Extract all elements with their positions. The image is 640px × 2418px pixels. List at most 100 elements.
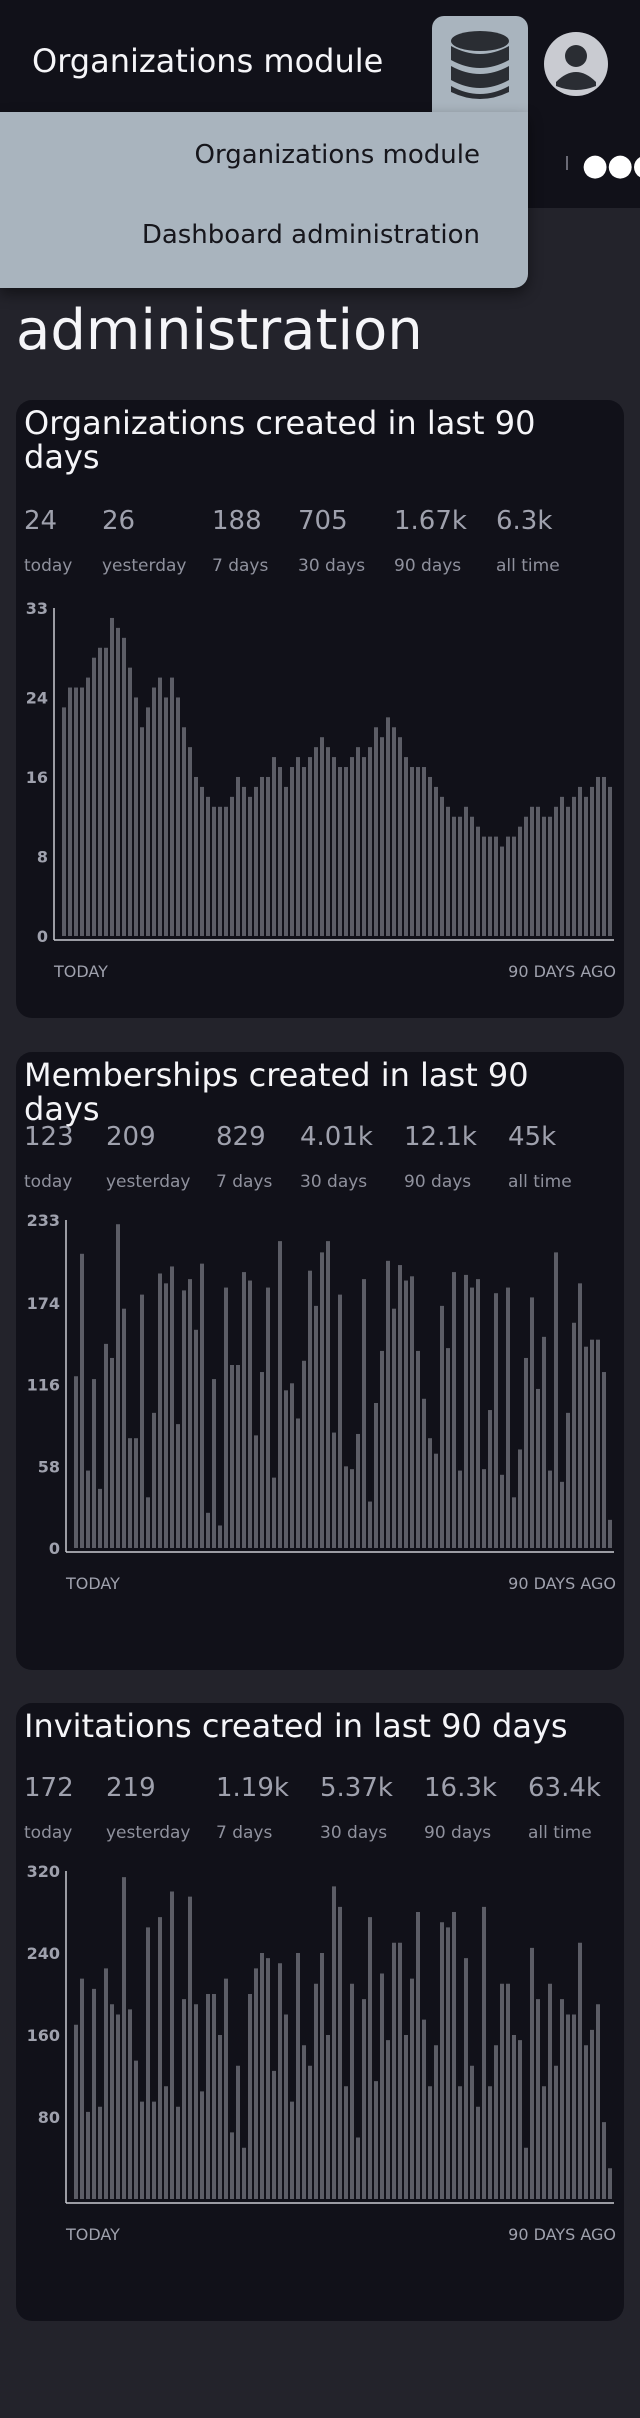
stat-value: 209 <box>106 1122 156 1152</box>
chart-bar <box>428 1438 432 1548</box>
stat-value: 1.19k <box>216 1773 289 1803</box>
chart-bar <box>542 1336 546 1548</box>
stat-label: yesterday <box>106 1823 191 1843</box>
stat-label: 7 days <box>216 1823 273 1843</box>
chart-bar <box>218 1525 222 1548</box>
menu-item-organizations-module[interactable]: Organizations module <box>195 140 480 170</box>
chart-bar <box>146 707 150 936</box>
chart-bar <box>218 806 222 936</box>
module-dropdown-menu: Organizations module Dashboard administr… <box>0 112 528 288</box>
stat-block: 188 7 days <box>212 506 268 576</box>
chart-bar <box>530 1297 534 1548</box>
database-menu-button[interactable] <box>432 16 528 126</box>
chart-bar <box>224 1287 228 1548</box>
chart-bar <box>500 1983 504 2199</box>
chart-bar <box>236 776 240 936</box>
chart-bar <box>512 1497 516 1548</box>
chart-card: Memberships created in last 90 days 123 to… <box>16 1052 624 1670</box>
x-axis-start-label: TODAY <box>66 2225 120 2244</box>
stat-value: 16.3k <box>424 1773 497 1803</box>
chart-bar <box>398 1265 402 1548</box>
chart-bar <box>296 1953 300 2199</box>
y-tick-label: 0 <box>49 1539 60 1558</box>
chart-bar <box>248 796 252 936</box>
chart-bar <box>488 2086 492 2199</box>
chart-bar <box>242 786 246 936</box>
divider <box>566 156 568 170</box>
chart-bar <box>326 2035 330 2199</box>
stat-block: 6.3k all time <box>496 506 560 576</box>
chart-bar <box>410 767 414 936</box>
chart-bar <box>560 1481 564 1548</box>
chart-bar <box>596 1339 600 1548</box>
chart-bar <box>350 757 354 936</box>
chart-bar <box>266 776 270 936</box>
menu-item-dashboard-administration[interactable]: Dashboard administration <box>142 220 480 250</box>
stat-block: 16.3k 90 days <box>424 1773 497 1843</box>
chart-bar <box>380 1973 384 2199</box>
chart-bar <box>410 1978 414 2200</box>
chart-bar <box>284 1390 288 1548</box>
stat-block: 705 30 days <box>298 506 365 576</box>
chart-bar <box>398 1942 402 2199</box>
chart-bar <box>170 1891 174 2199</box>
chart-bar <box>422 1398 426 1548</box>
chart-bar <box>560 796 564 936</box>
chart-bar <box>308 2065 312 2199</box>
x-axis-end-label: 90 DAYS AGO <box>508 962 616 981</box>
chart-bar <box>110 2004 114 2199</box>
more-dots-icon[interactable]: ●●● <box>582 151 640 181</box>
chart-bar <box>86 1470 90 1548</box>
chart-bar <box>74 2024 78 2199</box>
chart-bar <box>254 1968 258 2200</box>
chart-bar <box>278 767 282 936</box>
chart-bar <box>458 2086 462 2199</box>
chart-bar <box>440 1305 444 1548</box>
stat-block: 123 today <box>24 1122 74 1192</box>
chart-bar <box>374 2081 378 2200</box>
chart-bar <box>488 1410 492 1548</box>
y-tick-label: 58 <box>38 1457 60 1476</box>
chart-bar <box>284 786 288 936</box>
chart-bar <box>452 1272 456 1548</box>
chart-bar <box>272 2070 276 2200</box>
chart-bar <box>116 627 120 936</box>
chart-bar <box>260 776 264 936</box>
chart-bar <box>488 836 492 936</box>
chart-bar <box>476 2106 480 2199</box>
chart-bar <box>254 786 258 936</box>
user-avatar-icon[interactable] <box>544 32 608 96</box>
chart-bar <box>410 1276 414 1548</box>
chart-bar <box>236 1365 240 1548</box>
chart-bar <box>446 1927 450 2200</box>
chart-bar <box>98 2106 102 2199</box>
chart-bar <box>548 816 552 936</box>
chart-bar <box>242 1272 246 1548</box>
stat-block: 12.1k 90 days <box>404 1122 477 1192</box>
chart-bar <box>302 2045 306 2199</box>
chart-bar <box>398 737 402 936</box>
chart-card: Invitations created in last 90 days 172 to… <box>16 1703 624 2321</box>
chart-bar <box>362 757 366 936</box>
chart-bar <box>302 1360 306 1548</box>
chart-bar <box>494 1293 498 1548</box>
chart-bar <box>554 1252 558 1548</box>
chart-bar <box>182 1290 186 1548</box>
chart-bar <box>536 1388 540 1548</box>
chart-bar <box>188 747 192 936</box>
chart-bar <box>134 1438 138 1548</box>
chart-bar <box>158 1273 162 1548</box>
chart-bar <box>248 1280 252 1548</box>
chart-bar <box>338 1906 342 2200</box>
chart-bar <box>314 1305 318 1548</box>
chart-bar <box>392 727 396 936</box>
chart-bar <box>200 786 204 936</box>
chart-bar <box>518 1449 522 1548</box>
chart-bar <box>362 1999 366 2200</box>
y-tick-label: 80 <box>38 2108 60 2127</box>
stat-block: 63.4k all time <box>528 1773 601 1843</box>
chart-bar <box>440 1922 444 2199</box>
chart-bar <box>470 816 474 936</box>
chart-bar <box>458 1470 462 1548</box>
stat-block: 1.19k 7 days <box>216 1773 289 1843</box>
